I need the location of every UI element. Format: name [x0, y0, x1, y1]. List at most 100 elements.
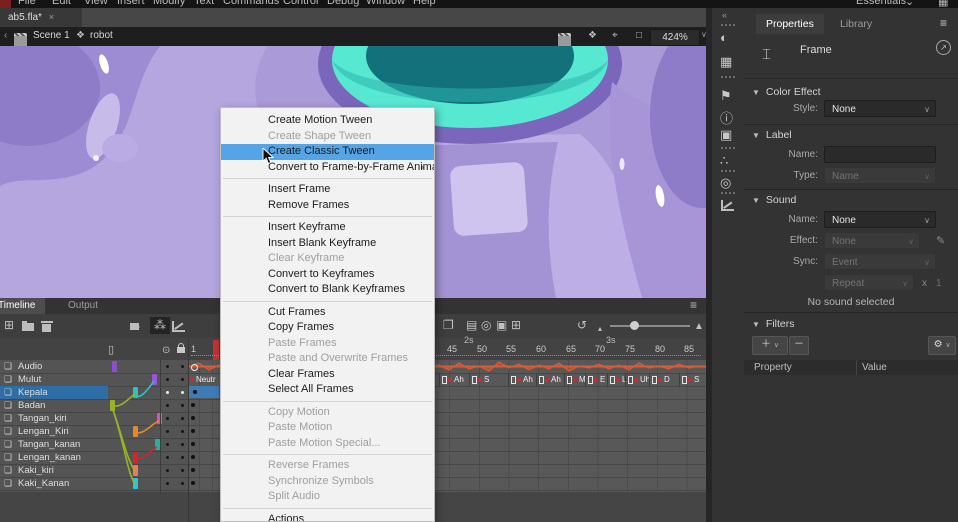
filter-options-button[interactable]: ⚙ ∨ [928, 336, 956, 355]
menu-item-create-classic-tween[interactable]: Create Classic Tween [221, 144, 434, 160]
tab-properties[interactable]: Properties [756, 14, 824, 34]
edit-scene-icon[interactable] [558, 33, 571, 46]
brush-library-panel-icon[interactable]: ∴ [720, 153, 728, 169]
menu-item-actions[interactable]: Actions [221, 512, 434, 522]
menu-item-convert-frame-by-frame[interactable]: Convert to Frame-by-Frame Animation› [221, 160, 434, 176]
menu-item-copy-frames[interactable]: Copy Frames [221, 320, 434, 336]
menu-insert[interactable]: Insert [117, 0, 145, 7]
swatches-panel-icon[interactable]: ▦ [720, 54, 732, 70]
frame-label-cell[interactable]: L [607, 373, 608, 386]
frame-label-cell[interactable]: S [679, 373, 680, 386]
onion-skin-icon[interactable]: ◎ [481, 319, 491, 332]
tab-close-icon[interactable]: × [49, 12, 54, 22]
transform-panel-icon[interactable]: ▣ [720, 127, 732, 143]
new-layer-button[interactable]: ⊞ [4, 319, 14, 332]
dock-grip[interactable] [721, 170, 735, 172]
dock-grip[interactable] [721, 24, 735, 26]
menu-item-select-all-frames[interactable]: Select All Frames [221, 382, 434, 398]
shrink-frames-icon[interactable]: ▴ [598, 322, 602, 335]
edit-symbols-icon[interactable]: ❖ [588, 30, 597, 41]
tab-timeline[interactable]: Timeline [0, 298, 45, 314]
menu-file[interactable]: File [18, 0, 36, 7]
breadcrumb-symbol[interactable]: robot [90, 30, 113, 41]
frame-label-cell[interactable]: Ah [536, 373, 537, 386]
frame-label-cell[interactable]: Ah [508, 373, 509, 386]
menu-text[interactable]: Text [194, 0, 214, 7]
menu-commands[interactable]: Commands [223, 0, 279, 7]
dock-grip[interactable] [721, 192, 735, 194]
align-panel-icon[interactable]: ⚑ [720, 88, 732, 104]
menu-edit[interactable]: Edit [52, 0, 71, 7]
add-filter-button[interactable]: ＋ ∨ [752, 336, 788, 355]
dock-grip[interactable] [721, 76, 735, 78]
label-name-input[interactable] [824, 146, 936, 163]
menu-window[interactable]: Window [366, 0, 405, 7]
section-color-effect[interactable]: ▼Color Effect [752, 86, 821, 98]
menu-debug[interactable]: Debug [327, 0, 359, 7]
section-sound[interactable]: ▼Sound [752, 194, 796, 206]
frame-label-cell[interactable]: S [469, 373, 470, 386]
edit-multiple-frames-icon[interactable]: ⊞ [511, 319, 521, 332]
menu-item-insert-blank-keyframe[interactable]: Insert Blank Keyframe [221, 236, 434, 252]
section-label[interactable]: ▼Label [752, 129, 792, 141]
onion-skin-outline-icon[interactable]: ▤ [466, 319, 477, 332]
panel-menu-icon[interactable]: ≡ [940, 16, 947, 30]
insert-frame-button[interactable]: ❐ [443, 319, 454, 332]
show-hide-column-icon[interactable]: ⊙ [162, 345, 170, 356]
menu-item-convert-to-blank-keyframes[interactable]: Convert to Blank Keyframes [221, 282, 434, 298]
frame-label-cell[interactable]: M [564, 373, 565, 386]
frame-label-cell[interactable]: E [585, 373, 586, 386]
repeat-count[interactable]: 1 [936, 278, 942, 289]
enlarge-frames-icon[interactable]: ▲ [694, 320, 704, 333]
menu-view[interactable]: View [84, 0, 108, 7]
frame-size-slider-handle[interactable] [630, 321, 639, 330]
menu-item-cut-frames[interactable]: Cut Frames [221, 305, 434, 321]
clip-content-icon[interactable]: □ [636, 30, 642, 41]
collapse-panels-icon[interactable]: « [722, 10, 727, 20]
menu-modify[interactable]: Modify [153, 0, 185, 7]
menu-item-create-motion-tween[interactable]: Create Motion Tween [221, 113, 434, 129]
section-filters[interactable]: ▼Filters [752, 318, 795, 330]
menu-item-convert-to-keyframes[interactable]: Convert to Keyframes [221, 267, 434, 283]
tab-library[interactable]: Library [830, 14, 882, 34]
center-frame-icon[interactable]: ⌖ [612, 30, 618, 41]
menu-item-insert-frame[interactable]: Insert Frame [221, 182, 434, 198]
color-panel-icon[interactable]: ◐ [720, 30, 728, 45]
sound-name-select[interactable]: None∨ [824, 211, 936, 228]
delete-layer-button[interactable] [42, 324, 51, 332]
camera-button[interactable] [130, 323, 139, 330]
style-select[interactable]: None∨ [824, 100, 936, 117]
playhead[interactable] [213, 340, 219, 360]
zoom-level-select[interactable]: 424% [650, 29, 700, 46]
document-tab[interactable]: ab5.fla*× [0, 8, 82, 27]
remove-filter-button[interactable]: － [789, 336, 809, 355]
graph-view-button[interactable] [172, 321, 185, 332]
menu-control[interactable]: Control [283, 0, 318, 7]
menu-item-remove-frames[interactable]: Remove Frames [221, 198, 434, 214]
help-icon[interactable]: ↗ [936, 40, 951, 55]
tab-output[interactable]: Output [58, 298, 108, 314]
parenting-view-button[interactable]: ⁂ [150, 317, 170, 334]
edit-sound-pencil-icon[interactable]: ✎ [936, 234, 945, 247]
menu-item-clear-frames[interactable]: Clear Frames [221, 367, 434, 383]
breadcrumb-scene[interactable]: Scene 1 [33, 30, 70, 41]
workspace-switcher[interactable]: Essentials [856, 0, 906, 7]
frame-label-cell[interactable]: Ah [439, 373, 440, 386]
onion-skin-range-icon[interactable]: ▣ [496, 319, 507, 332]
dock-grip[interactable] [721, 147, 735, 149]
app-grid-icon[interactable]: ▦ [938, 0, 948, 8]
cc-libraries-panel-icon[interactable]: ◎ [720, 175, 731, 191]
menu-help[interactable]: Help [413, 0, 436, 7]
menu-item-insert-keyframe[interactable]: Insert Keyframe [221, 220, 434, 236]
frame-label-cell[interactable]: D [649, 373, 650, 386]
back-icon[interactable]: ‹ [4, 30, 7, 41]
frame-label-cell[interactable]: Uh [625, 373, 626, 386]
new-folder-button[interactable] [22, 323, 34, 331]
info-panel-icon[interactable]: ⓘ [720, 108, 733, 127]
timeline-menu-icon[interactable]: ≡ [690, 299, 697, 312]
lock-column-icon[interactable] [177, 347, 185, 353]
section-divider [744, 189, 958, 190]
motion-editor-panel-icon[interactable] [721, 200, 734, 211]
frame-size-slider-track[interactable] [610, 325, 690, 327]
loop-button[interactable]: ↺ [577, 319, 587, 332]
